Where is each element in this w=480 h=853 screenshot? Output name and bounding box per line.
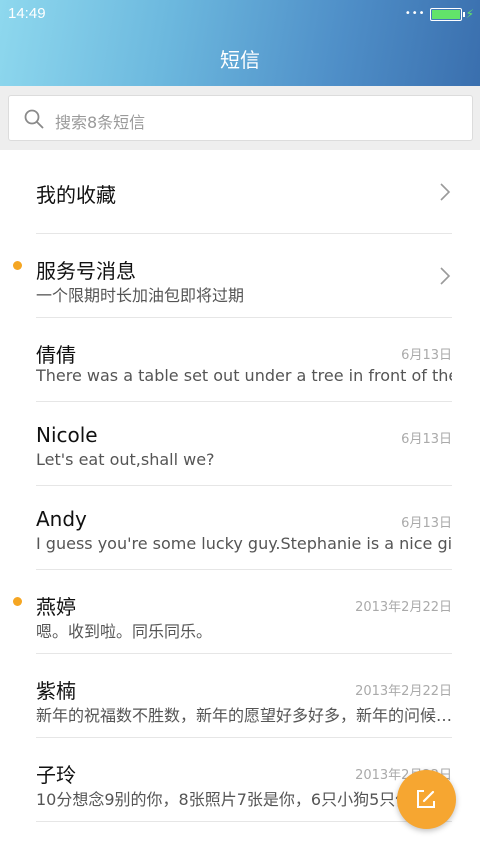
- conversation-row[interactable]: 紫楠 2013年2月22日 新年的祝福数不胜数，新年的愿望好多好多，新年的问候…: [36, 654, 452, 738]
- conversation-date: 2013年2月22日: [355, 684, 452, 699]
- conversation-date: 6月13日: [401, 348, 452, 363]
- status-bar: 14:49 ••• ⚡: [0, 0, 480, 28]
- search-bar: 搜索8条短信: [0, 86, 480, 150]
- battery-icon: [429, 7, 465, 21]
- conversation-preview: Let's eat out,shall we?: [36, 450, 215, 469]
- favorites-row[interactable]: 我的收藏: [36, 150, 452, 234]
- conversation-date: 6月13日: [401, 432, 452, 447]
- status-icons: ••• ⚡: [405, 7, 474, 21]
- chevron-right-icon: [440, 267, 451, 285]
- signal-dots-icon: •••: [404, 8, 426, 19]
- conversation-preview: 10分想念9别的你，8张照片7张是你，6只小狗5只像你: [36, 790, 428, 809]
- favorites-label: 我的收藏: [36, 183, 116, 207]
- search-input[interactable]: 搜索8条短信: [8, 95, 473, 141]
- message-list: 我的收藏 服务号消息 一个限期时长加油包即将过期 倩倩 6月13日 There …: [0, 150, 480, 822]
- app-header: 14:49 ••• ⚡ 短信: [0, 0, 480, 86]
- conversation-row[interactable]: 燕婷 2013年2月22日 嗯。收到啦。同乐同乐。: [13, 570, 452, 654]
- conversation-name: Andy: [36, 507, 87, 531]
- charging-icon: ⚡: [465, 7, 474, 21]
- conversation-preview: 一个限期时长加油包即将过期: [36, 286, 245, 305]
- chevron-right-icon: [440, 183, 451, 201]
- conversation-name: 子玲: [36, 763, 76, 787]
- status-time: 14:49: [8, 5, 46, 22]
- service-messages-row[interactable]: 服务号消息 一个限期时长加油包即将过期: [13, 234, 452, 318]
- conversation-row[interactable]: 子玲 2013年2月22日 10分想念9别的你，8张照片7张是你，6只小狗5只像…: [36, 738, 452, 822]
- conversation-preview: I guess you're some lucky guy.Stephanie …: [36, 534, 452, 553]
- conversation-preview: 嗯。收到啦。同乐同乐。: [36, 622, 213, 641]
- conversation-preview: There was a table set out under a tree i…: [36, 366, 452, 385]
- conversation-row[interactable]: 倩倩 6月13日 There was a table set out under…: [36, 318, 452, 402]
- compose-icon: [417, 790, 435, 808]
- conversation-row[interactable]: Andy 6月13日 I guess you're some lucky guy…: [36, 486, 452, 570]
- conversation-name: Nicole: [36, 423, 98, 447]
- conversation-preview: 新年的祝福数不胜数，新年的愿望好多好多，新年的问候…: [36, 706, 452, 725]
- unread-dot: [13, 597, 22, 606]
- conversation-name: 服务号消息: [36, 259, 136, 283]
- conversation-name: 倩倩: [36, 343, 76, 367]
- conversation-name: 紫楠: [36, 679, 76, 703]
- conversation-date: 6月13日: [401, 516, 452, 531]
- page-title: 短信: [220, 48, 260, 72]
- search-icon: [24, 109, 44, 129]
- compose-button[interactable]: [397, 770, 456, 829]
- conversation-date: 2013年2月22日: [355, 600, 452, 615]
- conversation-row[interactable]: Nicole 6月13日 Let's eat out,shall we?: [36, 402, 452, 486]
- conversation-name: 燕婷: [36, 595, 76, 619]
- unread-dot: [13, 261, 22, 270]
- search-placeholder: 搜索8条短信: [55, 113, 146, 132]
